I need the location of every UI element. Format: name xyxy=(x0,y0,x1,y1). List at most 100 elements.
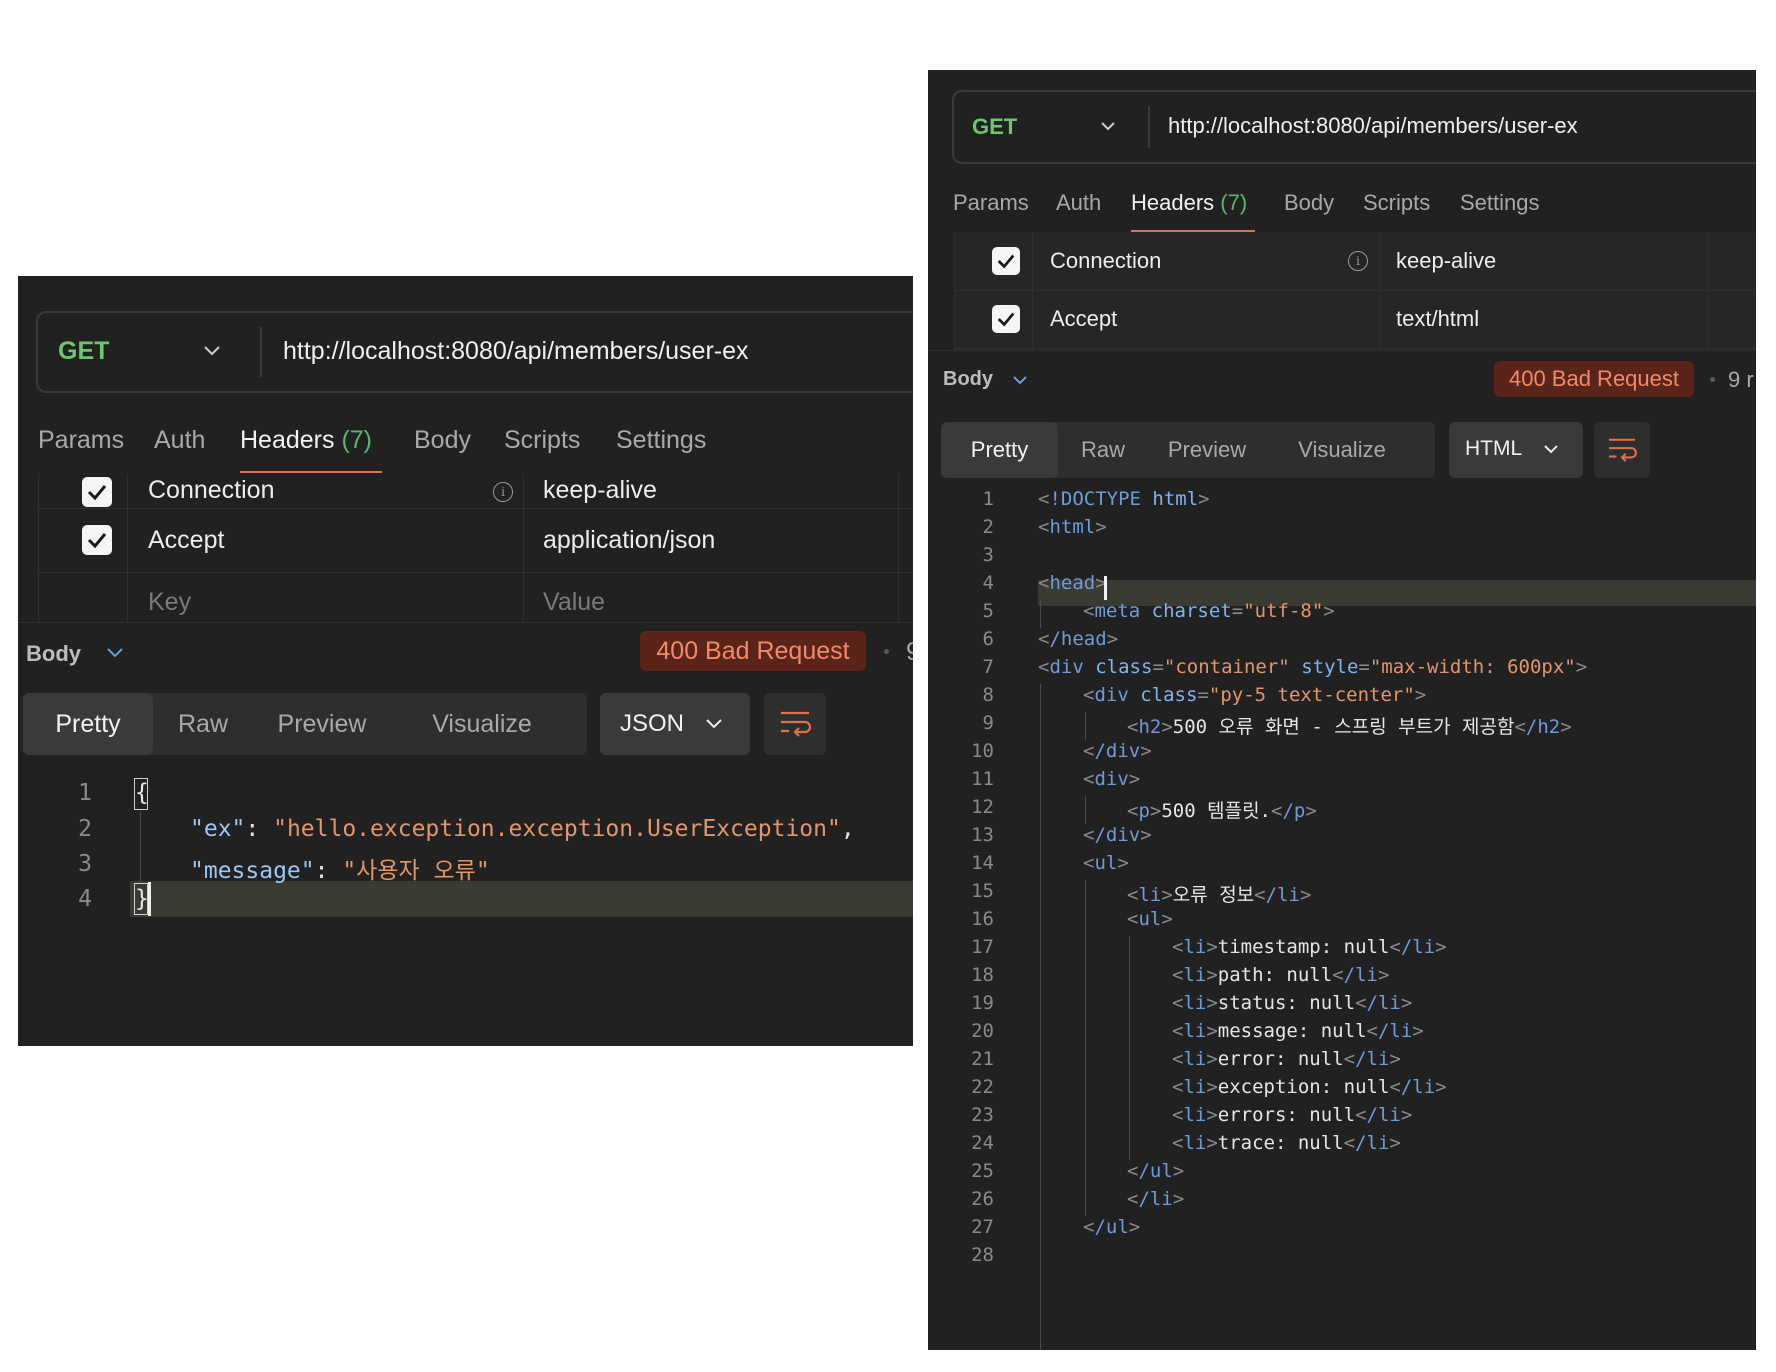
tab-settings[interactable]: Settings xyxy=(616,426,706,455)
tab-auth[interactable]: Auth xyxy=(1056,190,1101,216)
tab-settings[interactable]: Settings xyxy=(1460,190,1540,216)
attr-name: class xyxy=(1140,684,1198,706)
li-tag: li xyxy=(1183,1020,1207,1042)
info-icon[interactable]: i xyxy=(493,482,513,502)
line-number: 1 xyxy=(78,780,92,806)
url-input[interactable]: http://localhost:8080/api/members/user-e… xyxy=(283,337,749,366)
chevron-down-icon[interactable] xyxy=(1012,375,1028,386)
line-number: 21 xyxy=(971,1048,994,1070)
headers-table: Connection i keep-alive Accept applicati… xyxy=(38,474,913,622)
header-value[interactable]: application/json xyxy=(543,526,715,555)
line-number: 24 xyxy=(971,1132,994,1154)
header-key[interactable]: Connection xyxy=(1050,248,1161,274)
line-number: 5 xyxy=(982,600,994,622)
code-line: <div> xyxy=(1083,768,1141,790)
view-visualize[interactable]: Visualize xyxy=(395,693,569,755)
wrap-lines-button[interactable] xyxy=(1594,422,1650,478)
separator-dot xyxy=(1710,377,1715,382)
header-checkbox[interactable] xyxy=(82,477,112,507)
code-line: </div> xyxy=(1083,740,1152,762)
format-select[interactable]: JSON xyxy=(600,693,750,755)
line-number: 2 xyxy=(78,816,92,842)
info-icon[interactable]: i xyxy=(1348,251,1368,271)
code-line: <li>status: null</li> xyxy=(1172,992,1413,1014)
view-pretty[interactable]: Pretty xyxy=(23,693,153,755)
key-input[interactable]: Key xyxy=(148,588,191,617)
response-body-toggle[interactable]: Body xyxy=(943,368,993,391)
response-code: 1 2 3 4 5 6 7 8 9 10 11 12 13 14 15 16 17 18 19 20 21 22 23 24 2… xyxy=(928,488,1756,1350)
header-checkbox[interactable] xyxy=(992,305,1020,333)
view-switcher: Pretty Raw Preview Visualize xyxy=(23,693,587,755)
view-pretty[interactable]: Pretty xyxy=(941,422,1058,478)
code-line: </head> xyxy=(1038,628,1119,650)
li-tag: li xyxy=(1183,1076,1207,1098)
header-checkbox[interactable] xyxy=(992,247,1020,275)
value-input[interactable]: Value xyxy=(543,588,605,617)
tab-body[interactable]: Body xyxy=(1284,190,1334,216)
meta-tag: meta xyxy=(1094,600,1141,622)
view-preview[interactable]: Preview xyxy=(255,693,389,755)
tab-scripts[interactable]: Scripts xyxy=(1363,190,1430,216)
status-trailing: 9 xyxy=(906,638,913,666)
check-icon xyxy=(87,533,107,549)
tab-params[interactable]: Params xyxy=(38,426,124,455)
view-visualize[interactable]: Visualize xyxy=(1266,422,1418,478)
code-line: "ex": "hello.exception.exception.UserExc… xyxy=(190,816,855,842)
status-badge: 400 Bad Request xyxy=(640,631,866,671)
div-close-tag: /div xyxy=(1094,824,1141,846)
chevron-down-icon[interactable] xyxy=(1100,121,1116,132)
ul-close-tag: /ul xyxy=(1138,1160,1173,1182)
li-text: path: null xyxy=(1217,964,1333,986)
tab-scripts[interactable]: Scripts xyxy=(504,426,580,455)
json-key: "message" xyxy=(190,858,315,884)
li-text: trace: null xyxy=(1217,1132,1344,1154)
line-number: 22 xyxy=(971,1076,994,1098)
header-key[interactable]: Connection xyxy=(148,476,274,505)
header-key[interactable]: Accept xyxy=(148,526,224,555)
format-select[interactable]: HTML xyxy=(1449,422,1583,478)
code-line: <meta charset="utf-8"> xyxy=(1083,600,1335,622)
header-value[interactable]: text/html xyxy=(1396,306,1479,332)
code-line: <li>error: null</li> xyxy=(1172,1048,1401,1070)
code-line: <li>trace: null</li> xyxy=(1172,1132,1401,1154)
header-value[interactable]: keep-alive xyxy=(1396,248,1496,274)
li-close-tag: /li xyxy=(1400,1076,1436,1098)
code-line: <li>오류 정보</li> xyxy=(1127,884,1312,906)
tab-params[interactable]: Params xyxy=(953,190,1029,216)
line-number: 16 xyxy=(971,908,994,930)
tab-headers-label: Headers xyxy=(240,426,335,454)
h2-tag: h2 xyxy=(1138,716,1162,738)
status-trailing: 9 r xyxy=(1728,367,1754,392)
tab-headers[interactable]: Headers (7) xyxy=(1131,190,1247,216)
tab-body[interactable]: Body xyxy=(414,426,471,455)
attr-name: style xyxy=(1301,656,1359,678)
chevron-down-icon[interactable] xyxy=(106,647,124,659)
tab-auth[interactable]: Auth xyxy=(154,426,205,455)
doctype-attr: html xyxy=(1140,488,1199,510)
tab-headers[interactable]: Headers (7) xyxy=(240,426,372,455)
view-preview[interactable]: Preview xyxy=(1148,422,1266,478)
json-key: "ex" xyxy=(190,816,246,842)
json-value: "hello.exception.exception.UserException… xyxy=(273,816,841,842)
view-raw[interactable]: Raw xyxy=(153,693,253,755)
wrap-lines-icon xyxy=(1609,438,1637,462)
chevron-down-icon[interactable] xyxy=(203,345,221,357)
header-checkbox[interactable] xyxy=(82,525,112,555)
header-key[interactable]: Accept xyxy=(1050,306,1117,332)
response-body-toggle[interactable]: Body xyxy=(26,641,81,667)
header-value[interactable]: keep-alive xyxy=(543,476,657,505)
url-input[interactable]: http://localhost:8080/api/members/user-e… xyxy=(1168,113,1578,139)
view-raw[interactable]: Raw xyxy=(1058,422,1148,478)
div-tag: div xyxy=(1094,684,1129,706)
li-text: message: null xyxy=(1217,1020,1367,1042)
line-number: 19 xyxy=(971,992,994,1014)
wrap-lines-button[interactable] xyxy=(764,693,826,755)
line-number: 1 xyxy=(982,488,994,510)
method-select[interactable]: GET xyxy=(972,114,1017,140)
method-select[interactable]: GET xyxy=(58,337,109,366)
header-row: Connection i keep-alive xyxy=(954,232,1756,291)
attr-name: charset xyxy=(1151,600,1232,622)
format-label: HTML xyxy=(1465,437,1523,460)
code-line: <li>path: null</li> xyxy=(1172,964,1390,986)
code-line: <!DOCTYPE html> xyxy=(1038,488,1210,510)
